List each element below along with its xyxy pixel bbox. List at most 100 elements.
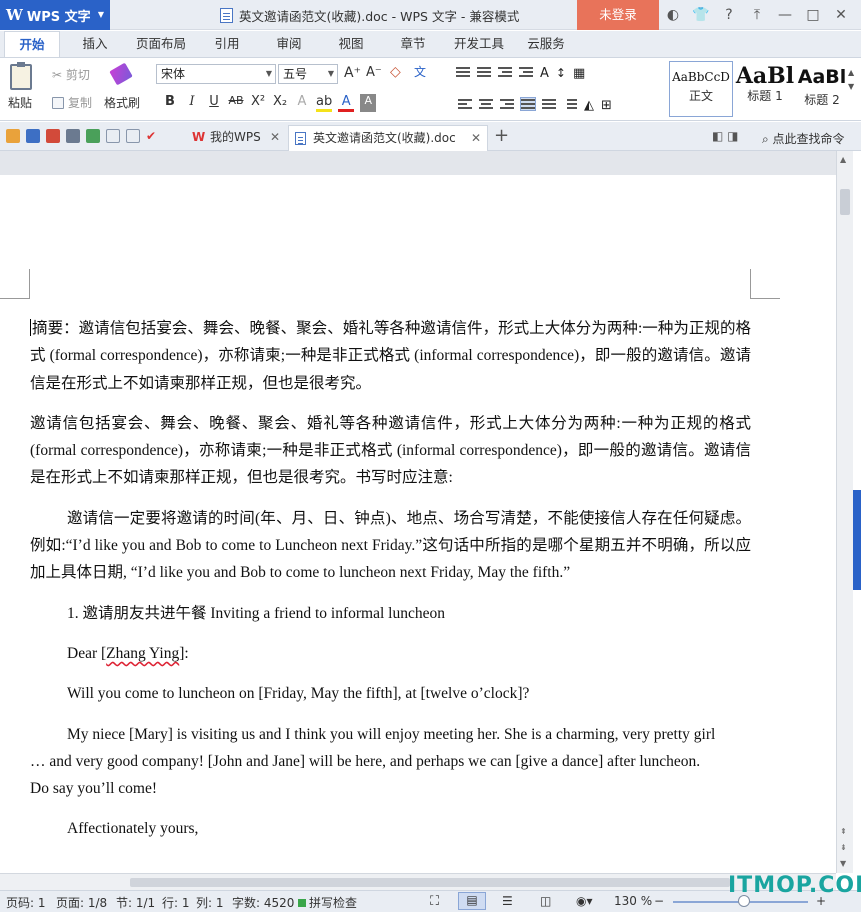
web-view-icon[interactable]: ◫: [540, 894, 551, 908]
tab-chapter[interactable]: 章节: [390, 31, 436, 57]
minimize-button[interactable]: —: [776, 7, 794, 23]
login-button[interactable]: 未登录: [577, 0, 659, 30]
print-preview-icon[interactable]: [86, 129, 100, 143]
superscript-button[interactable]: X²: [250, 94, 266, 112]
tab-label: 我的WPS: [210, 130, 261, 144]
document-page[interactable]: 摘要：邀请信包括宴会、舞会、晚餐、聚会、婚礼等各种邀请信件，形式上大体分为两种:…: [0, 175, 836, 873]
zoom-out-button[interactable]: −: [654, 894, 664, 908]
phonetic-button[interactable]: 文: [414, 63, 426, 80]
shirt-icon[interactable]: 👕: [692, 7, 710, 23]
tab-page-layout[interactable]: 页面布局: [130, 31, 192, 57]
document-body[interactable]: 摘要：邀请信包括宴会、舞会、晚餐、聚会、婚礼等各种邀请信件，形式上大体分为两种:…: [30, 315, 751, 856]
open-folder-icon[interactable]: [6, 129, 20, 143]
tab-document[interactable]: 英文邀请函范文(收藏).doc ✕: [288, 125, 488, 151]
status-pages[interactable]: 页面: 1/8: [56, 894, 107, 911]
table-icon[interactable]: ▦: [573, 66, 585, 81]
save-icon[interactable]: [26, 129, 40, 143]
text-direction-icon[interactable]: A: [540, 66, 549, 81]
char-shading-icon[interactable]: A: [360, 94, 377, 112]
underline-button[interactable]: U: [206, 94, 222, 112]
vertical-scrollbar[interactable]: ▲ ⇞ ⇟ ▼: [836, 151, 853, 873]
close-icon[interactable]: ✕: [270, 125, 280, 149]
line-spacing-icon[interactable]: [563, 98, 577, 110]
format-painter-button[interactable]: 格式刷: [100, 58, 146, 120]
collapse-ribbon-icon[interactable]: ⤒: [748, 7, 766, 23]
toolbar-extra-icons[interactable]: ◧ ◨: [712, 129, 739, 143]
print-icon[interactable]: [66, 129, 80, 143]
chevron-down-icon: ▼: [265, 69, 272, 78]
scroll-up-icon[interactable]: ▲: [840, 155, 846, 164]
undo-icon[interactable]: [106, 129, 120, 143]
close-icon[interactable]: ✕: [471, 126, 481, 150]
justify-icon[interactable]: [520, 97, 536, 111]
customize-icon[interactable]: ✔: [146, 129, 160, 143]
style-normal[interactable]: AaBbCcD 正文: [669, 61, 733, 117]
style-heading-2[interactable]: AaBl 标题 2: [797, 61, 847, 117]
reading-view-icon[interactable]: ◉▾: [576, 894, 593, 908]
paragraph-abstract: 摘要：邀请信包括宴会、舞会、晚餐、聚会、婚礼等各种邀请信件，形式上大体分为两种:…: [30, 319, 751, 392]
tab-home[interactable]: 开始: [4, 31, 60, 57]
style-name: 正文: [688, 89, 713, 103]
status-word-count[interactable]: 字数: 4520: [232, 894, 294, 911]
style-scroll-arrows[interactable]: ▲ ▼: [848, 66, 854, 94]
pdf-icon[interactable]: [46, 129, 60, 143]
help-icon[interactable]: ?: [720, 7, 738, 23]
strikethrough-button[interactable]: AB: [228, 94, 244, 112]
font-format-group: B I U AB X² X₂ A ab A A: [162, 94, 377, 112]
scroll-down-icon[interactable]: ▼: [840, 859, 846, 868]
skin-icon[interactable]: ◐: [664, 7, 682, 23]
increase-indent-icon[interactable]: [519, 66, 533, 78]
bullet-list-icon[interactable]: [456, 66, 470, 78]
tab-insert[interactable]: 插入: [72, 31, 118, 57]
prev-page-icon[interactable]: ⇞: [840, 827, 847, 836]
scroll-thumb[interactable]: [130, 878, 730, 887]
copy-button[interactable]: 复制: [52, 94, 92, 111]
distributed-icon[interactable]: [542, 98, 556, 110]
shrink-font-button[interactable]: A⁻: [366, 65, 382, 80]
subscript-button[interactable]: X₂: [272, 94, 288, 112]
redo-icon[interactable]: [126, 129, 140, 143]
align-right-icon[interactable]: [500, 98, 514, 110]
margin-corner-right: [750, 269, 780, 299]
next-page-icon[interactable]: ⇟: [840, 843, 847, 852]
scroll-thumb[interactable]: [840, 189, 850, 215]
side-panel-toggle[interactable]: [853, 490, 861, 590]
tab-view[interactable]: 视图: [328, 31, 374, 57]
maximize-button[interactable]: □: [804, 7, 822, 23]
numbered-list-icon[interactable]: [477, 66, 491, 78]
app-menu-button[interactable]: W WPS 文字 ▼: [0, 0, 110, 30]
shading-icon[interactable]: ◭: [584, 98, 594, 113]
align-left-icon[interactable]: [458, 98, 472, 110]
highlight-icon[interactable]: ab: [316, 94, 333, 112]
grow-font-button[interactable]: A⁺: [344, 65, 361, 81]
font-name-select[interactable]: 宋体 ▼: [156, 64, 276, 84]
new-tab-button[interactable]: +: [494, 125, 509, 146]
app-name: WPS 文字: [26, 9, 91, 25]
clear-format-icon[interactable]: ◇: [390, 64, 401, 80]
fullscreen-icon[interactable]: ⛶: [430, 894, 439, 909]
tab-cloud[interactable]: 云服务: [520, 31, 572, 57]
text-effect-icon[interactable]: A: [294, 94, 310, 112]
zoom-level[interactable]: 130 %: [614, 894, 652, 908]
tab-developer[interactable]: 开发工具: [448, 31, 510, 57]
bold-button[interactable]: B: [162, 94, 178, 112]
italic-button[interactable]: I: [184, 94, 200, 112]
tab-my-wps[interactable]: W 我的WPS ✕: [186, 125, 286, 151]
style-heading-1[interactable]: AaBl 标题 1: [735, 61, 795, 117]
cut-button[interactable]: ✂ 剪切: [52, 66, 90, 83]
border-icon[interactable]: ⊞: [601, 98, 612, 113]
spell-check-toggle[interactable]: 拼写检查: [298, 894, 357, 911]
align-center-icon[interactable]: [479, 98, 493, 110]
horizontal-scrollbar[interactable]: [0, 873, 836, 890]
paste-button[interactable]: 粘贴: [0, 58, 46, 120]
outline-view-icon[interactable]: ☰: [502, 894, 513, 908]
tab-review[interactable]: 审阅: [266, 31, 312, 57]
close-button[interactable]: ✕: [832, 7, 850, 23]
font-color-icon[interactable]: A: [338, 94, 355, 112]
tab-references[interactable]: 引用: [204, 31, 250, 57]
page-view-icon[interactable]: ▤: [458, 892, 486, 910]
decrease-indent-icon[interactable]: [498, 66, 512, 78]
font-size-select[interactable]: 五号 ▼: [278, 64, 338, 84]
sort-icon[interactable]: ↕: [556, 66, 566, 81]
find-command-button[interactable]: ⌕ 点此查找命令: [762, 130, 845, 147]
